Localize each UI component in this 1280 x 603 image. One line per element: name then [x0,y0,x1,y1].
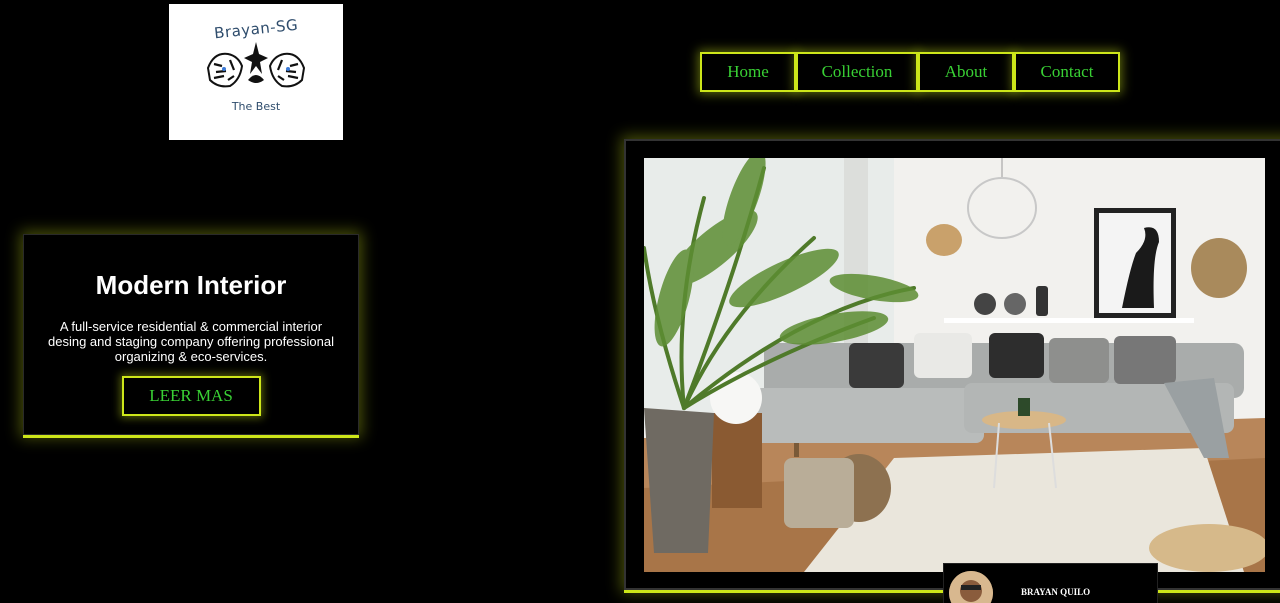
logo-brand-text: Brayan-SG [213,15,299,43]
tiger-logo-icon [206,42,306,88]
nav-contact[interactable]: Contact [1014,52,1120,92]
living-room-photo [644,158,1265,572]
profile-name: BRAYAN QUILO [1021,587,1091,597]
avatar-icon [949,571,993,603]
main-nav: Home Collection About Contact [700,52,1120,92]
hero-card: Modern Interior A full-service residenti… [23,234,359,435]
nav-collection[interactable]: Collection [796,52,918,92]
hero-description: A full-service residential & commercial … [48,319,334,364]
nav-home[interactable]: Home [700,52,796,92]
hero-title: Modern Interior [95,270,287,300]
logo-tagline: The Best [231,100,281,113]
brand-logo[interactable]: Brayan-SG The Best [169,4,343,140]
profile-card[interactable]: BRAYAN QUILO [943,563,1158,603]
showcase-frame [624,139,1280,590]
read-more-button[interactable]: LEER MAS [121,376,261,416]
nav-about[interactable]: About [918,52,1014,92]
